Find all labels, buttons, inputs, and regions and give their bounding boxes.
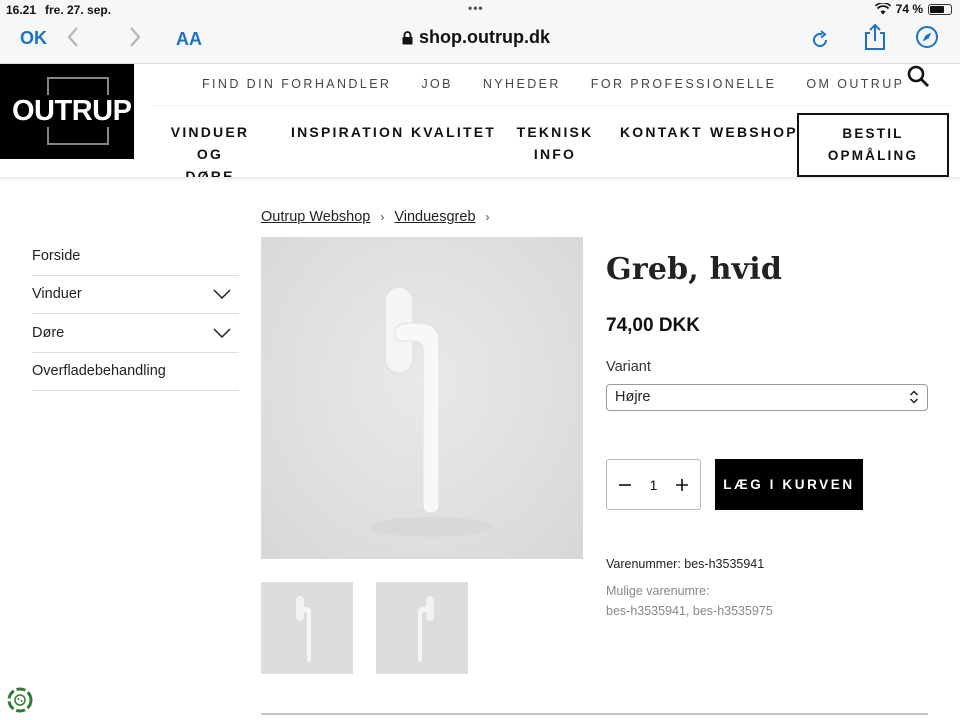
topnav-professionals[interactable]: FOR PROFESSIONELLE [591, 77, 777, 91]
nav-webshop[interactable]: WEBSHOP [710, 121, 798, 143]
variant-select[interactable]: Højre [606, 384, 928, 411]
breadcrumb-webshop[interactable]: Outrup Webshop [261, 209, 370, 225]
product-title: Greb, hvid [606, 252, 782, 287]
logo-text: OUTRUP [10, 95, 134, 127]
forward-arrow-icon[interactable] [128, 26, 142, 48]
top-navigation: FIND DIN FORHANDLER JOB NYHEDER FOR PROF… [202, 77, 904, 91]
header-shadow [0, 177, 960, 181]
nav-contact[interactable]: KONTAKT [620, 121, 703, 143]
nav-inspiration[interactable]: INSPIRATION [291, 121, 404, 143]
product-thumbnail[interactable] [261, 582, 353, 674]
thumbnail-image [296, 596, 311, 662]
nav-label: KVALITET [411, 124, 497, 140]
chevron-down-icon[interactable] [213, 328, 231, 338]
browser-toolbar: OK AA shop.outrup.dk [0, 20, 960, 64]
select-caret-icon [909, 390, 919, 404]
topnav-job[interactable]: JOB [421, 77, 453, 91]
product-price: 74,00 DKK [606, 315, 700, 336]
chevron-right-icon: › [485, 210, 490, 224]
nav-label: DØRE [185, 168, 235, 184]
breadcrumb: Outrup Webshop › Vinduesgreb › [261, 209, 490, 225]
compass-icon[interactable] [915, 25, 939, 49]
topnav-news[interactable]: NYHEDER [483, 77, 561, 91]
lock-icon [402, 30, 413, 44]
status-time: 16.21 [6, 3, 37, 17]
breadcrumb-window-handles[interactable]: Vinduesgreb [394, 209, 475, 225]
status-bar: 16.21 fre. 27. sep. ••• 74 % [0, 0, 960, 20]
sidebar-item-label: Overfladebehandling [32, 363, 166, 380]
sidebar-item-forside[interactable]: Forside [32, 237, 239, 276]
order-measurement-button[interactable]: BESTIL OPMÅLING [797, 113, 949, 177]
back-arrow-icon[interactable] [66, 26, 80, 48]
variant-value: Højre [615, 389, 651, 405]
status-date: fre. 27. sep. [45, 3, 112, 17]
quantity-stepper: 1 [606, 459, 701, 510]
address-bar[interactable]: shop.outrup.dk [402, 27, 550, 48]
sidebar-item-doere[interactable]: Døre [32, 314, 239, 353]
nav-technical-info[interactable]: TEKNISK INFO [516, 121, 594, 165]
window-handle-illustration [371, 286, 491, 537]
nav-label: KONTAKT [620, 124, 703, 140]
category-sidebar: Forside Vinduer Døre Overfladebehandling [32, 237, 239, 391]
thumbnail-image [418, 596, 434, 662]
sku-text: Varenummer: bes-h3535941 [606, 557, 765, 571]
topnav-about[interactable]: OM OUTRUP [806, 77, 904, 91]
header-divider [152, 105, 952, 106]
reload-icon[interactable] [809, 29, 831, 51]
alt-sku-list: bes-h3535941, bes-h3535975 [606, 604, 773, 618]
url-text: shop.outrup.dk [419, 27, 550, 47]
chevron-right-icon: › [380, 210, 385, 224]
nav-label: WEBSHOP [710, 124, 798, 140]
wifi-icon [874, 3, 891, 15]
sidebar-item-label: Vinduer [32, 286, 82, 303]
battery-percent: 74 % [895, 2, 923, 16]
battery-icon [928, 3, 952, 15]
share-icon[interactable] [862, 23, 888, 51]
outrup-logo[interactable]: OUTRUP [0, 64, 134, 159]
quantity-value[interactable]: 1 [650, 477, 658, 493]
add-to-cart-button[interactable]: LÆG I KURVEN [715, 459, 863, 510]
multitasking-dots-icon[interactable]: ••• [468, 1, 484, 15]
cta-label: BESTIL [842, 126, 904, 141]
nav-label: VINDUER OG [170, 124, 250, 162]
search-icon[interactable] [906, 64, 930, 88]
alt-sku-label: Mulige varenumre: [606, 584, 710, 598]
sidebar-item-vinduer[interactable]: Vinduer [32, 276, 239, 314]
topnav-find-dealer[interactable]: FIND DIN FORHANDLER [202, 77, 391, 91]
nav-label: TEKNISK [516, 124, 594, 140]
nav-quality[interactable]: KVALITET [411, 121, 496, 143]
sidebar-item-overfladebehandling[interactable]: Overfladebehandling [32, 353, 239, 391]
variant-label: Variant [606, 359, 651, 375]
cta-label: OPMÅLING [827, 148, 919, 163]
product-thumbnail[interactable] [376, 582, 468, 674]
done-button[interactable]: OK [20, 28, 47, 49]
section-divider [261, 713, 928, 715]
text-size-button[interactable]: AA [176, 29, 202, 50]
plus-icon[interactable] [675, 478, 688, 491]
sidebar-item-label: Forside [32, 247, 81, 264]
sidebar-item-label: Døre [32, 324, 65, 341]
product-image[interactable] [261, 237, 583, 559]
nav-label: INSPIRATION [291, 124, 405, 140]
cookie-settings-icon[interactable] [7, 687, 33, 713]
nav-label: INFO [533, 146, 577, 162]
chevron-down-icon[interactable] [213, 289, 231, 300]
minus-icon[interactable] [619, 479, 631, 491]
